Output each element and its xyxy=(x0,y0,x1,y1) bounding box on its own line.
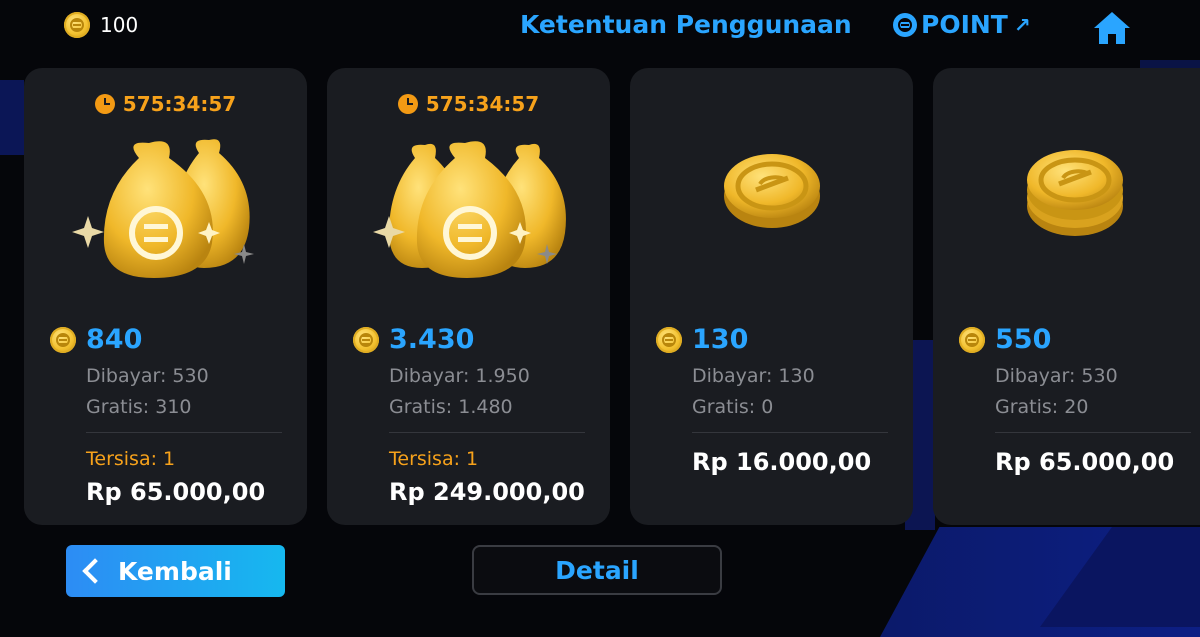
point-link[interactable]: POINT ↗ xyxy=(893,10,1031,39)
back-button[interactable]: Kembali xyxy=(66,545,285,597)
paid-amount: Dibayar: 130 xyxy=(692,365,815,387)
terms-of-use-link[interactable]: Ketentuan Penggunaan xyxy=(520,10,852,39)
free-amount: Gratis: 0 xyxy=(692,396,774,418)
price: Rp 65.000,00 xyxy=(995,448,1175,476)
amount-value: 130 xyxy=(692,324,749,355)
divider xyxy=(692,432,888,433)
home-icon xyxy=(1094,12,1130,44)
coin-icon xyxy=(959,326,985,353)
free-amount: Gratis: 20 xyxy=(995,396,1089,418)
coin-icon xyxy=(656,326,682,353)
free-amount: Gratis: 1.480 xyxy=(389,396,513,418)
coin-amount: 550 xyxy=(959,324,1051,355)
paid-amount: Dibayar: 1.950 xyxy=(389,365,530,387)
divider xyxy=(389,432,585,433)
paid-amount: Dibayar: 530 xyxy=(995,365,1118,387)
coin-stack-icon xyxy=(1027,150,1123,236)
home-button[interactable] xyxy=(1092,10,1132,46)
point-icon xyxy=(893,12,917,37)
point-label: POINT xyxy=(921,10,1008,39)
clock-icon xyxy=(94,94,115,114)
timer-value: 575:34:57 xyxy=(122,92,237,116)
amount-value: 550 xyxy=(995,324,1052,355)
balance-value: 100 xyxy=(100,13,139,37)
divider xyxy=(86,432,282,433)
free-amount: Gratis: 310 xyxy=(86,396,192,418)
coin-amount: 3.430 xyxy=(353,324,474,355)
price: Rp 249.000,00 xyxy=(389,478,585,506)
countdown-timer: 575:34:57 xyxy=(24,92,307,116)
coin-icon xyxy=(64,12,90,38)
coin-icon xyxy=(50,326,76,353)
chevron-left-icon xyxy=(82,558,108,584)
divider xyxy=(995,432,1191,433)
external-arrow-icon: ↗ xyxy=(1013,12,1031,37)
paid-amount: Dibayar: 530 xyxy=(86,365,209,387)
money-bags-icon xyxy=(373,141,566,278)
coin-balance: 100 xyxy=(64,12,138,38)
detail-button[interactable]: Detail xyxy=(472,545,722,595)
single-coin-icon xyxy=(724,154,820,228)
timer-value: 575:34:57 xyxy=(425,92,540,116)
package-card[interactable]: 575:34:57 3.430 Dibayar: 1.950 Gratis: 1… xyxy=(327,68,610,525)
detail-label: Detail xyxy=(555,555,639,585)
money-bags-icon xyxy=(72,139,254,278)
package-card[interactable]: 550 Dibayar: 530 Gratis: 20 Rp 65.000,00 xyxy=(933,68,1200,525)
price: Rp 16.000,00 xyxy=(692,448,872,476)
top-bar: 100 Ketentuan Penggunaan POINT ↗ xyxy=(0,0,1200,56)
package-card[interactable]: 575:34:57 840 Dibayar: 530 Gratis: 310 T… xyxy=(24,68,307,525)
countdown-timer: 575:34:57 xyxy=(327,92,610,116)
coin-amount: 840 xyxy=(50,324,142,355)
remaining-count: Tersisa: 1 xyxy=(86,448,176,470)
background-stripe xyxy=(0,80,24,155)
clock-icon xyxy=(397,94,418,114)
price: Rp 65.000,00 xyxy=(86,478,266,506)
back-label: Kembali xyxy=(118,556,232,586)
amount-value: 3.430 xyxy=(389,324,475,355)
package-card[interactable]: 130 Dibayar: 130 Gratis: 0 Rp 16.000,00 xyxy=(630,68,913,525)
amount-value: 840 xyxy=(86,324,143,355)
coin-icon xyxy=(353,326,379,353)
remaining-count: Tersisa: 1 xyxy=(389,448,479,470)
coin-amount: 130 xyxy=(656,324,748,355)
